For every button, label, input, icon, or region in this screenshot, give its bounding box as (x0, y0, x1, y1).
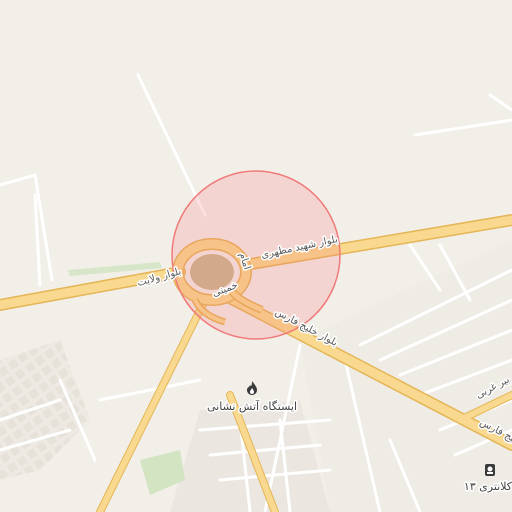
map-canvas[interactable]: بلوار ولایت بلوار شهید مطهری بلوار خلیج … (0, 0, 512, 512)
police-icon (485, 464, 495, 476)
label-police-station: کلانتری ۱۳ (464, 480, 512, 493)
label-fire-station: ایستگاه آتش نشانی (207, 399, 297, 413)
highlight-circle (171, 170, 341, 340)
map-svg: بلوار ولایت بلوار شهید مطهری بلوار خلیج … (0, 0, 512, 512)
